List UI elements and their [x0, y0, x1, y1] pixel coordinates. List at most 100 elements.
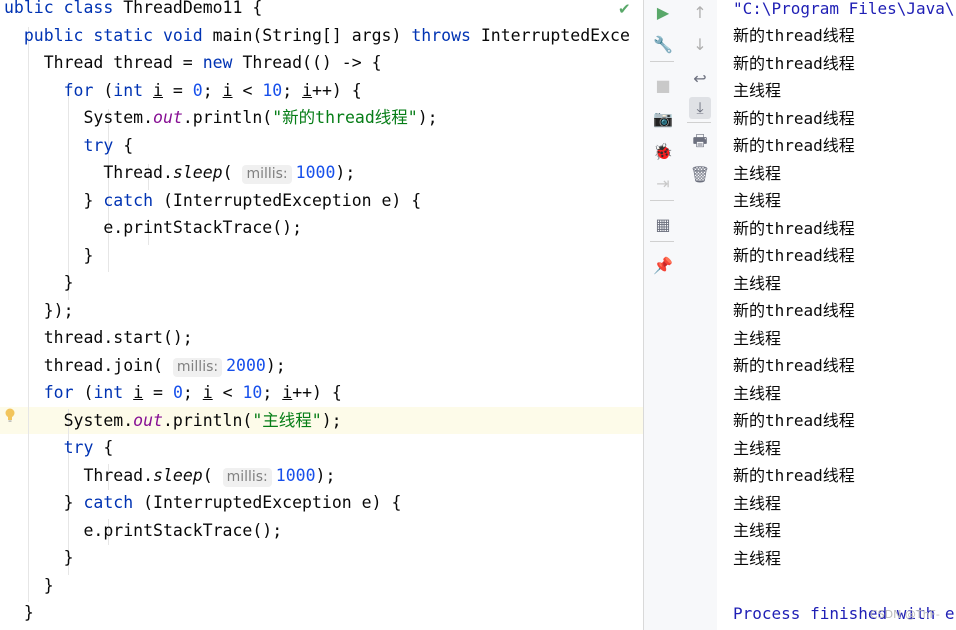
code-token: < — [212, 383, 243, 402]
code-line[interactable]: } — [4, 269, 74, 296]
code-token: 10 — [262, 80, 283, 100]
code-token: i — [202, 383, 213, 402]
console-output-line: 新的thread线程 — [733, 466, 855, 485]
code-line[interactable]: } — [4, 599, 34, 626]
code-token: 10 — [242, 383, 263, 402]
console-output-line: 新的thread线程 — [733, 411, 855, 430]
console-output-line: 主线程 — [733, 191, 782, 210]
down-arrow-icon[interactable]: ↓ — [689, 33, 711, 55]
code-token: sleep — [153, 465, 203, 485]
code-token: 1000 — [275, 465, 316, 485]
code-line[interactable]: thread.start(); — [4, 324, 193, 351]
pin-icon[interactable]: 📌 — [652, 254, 674, 276]
code-token: 0 — [172, 383, 183, 402]
code-line[interactable]: } — [4, 544, 74, 571]
camera-icon[interactable]: 📷 — [652, 107, 674, 129]
code-token: { — [123, 135, 134, 155]
code-line[interactable]: Thread.sleep( millis: 1000); — [4, 462, 335, 489]
code-line[interactable]: System.out.println("新的thread线程"); — [4, 104, 437, 131]
console-command: "C:\Program Files\Java\ — [733, 0, 955, 18]
code-token: 2000 — [226, 355, 266, 375]
code-line[interactable]: ublic class ThreadDemo11 { — [4, 0, 262, 21]
code-line[interactable]: } — [4, 572, 54, 599]
code-token: try — [83, 135, 124, 155]
code-token: (InterruptedException e) { — [143, 493, 402, 512]
code-editor[interactable]: ublic class ThreadDemo11 { public static… — [0, 0, 643, 630]
code-line[interactable]: try { — [4, 132, 133, 159]
run-icon[interactable]: ▶ — [652, 1, 674, 23]
code-token: (InterruptedException e) { — [162, 190, 422, 210]
code-token: try — [63, 438, 104, 457]
console-output-line: 主线程 — [733, 493, 782, 513]
code-token: ( — [222, 163, 243, 182]
wrench-icon[interactable]: 🔧 — [652, 33, 674, 55]
print-icon[interactable]: 🖶 — [689, 131, 711, 154]
soft-wrap-icon[interactable]: ↩ — [689, 67, 711, 89]
code-line[interactable]: for (int i = 0; i < 10; i++) { — [4, 379, 342, 406]
run-console[interactable]: "C:\Program Files\Java\ 新的thread线程 新的thre… — [717, 0, 956, 630]
code-line[interactable]: } catch (InterruptedException e) { — [4, 489, 402, 516]
code-token: } — [4, 273, 74, 292]
up-arrow-icon[interactable]: ↑ — [689, 1, 711, 23]
code-token: } — [4, 575, 54, 595]
code-token: ; — [202, 80, 223, 100]
code-line[interactable]: Thread thread = new Thread(() -> { — [4, 49, 382, 76]
code-token: System. — [4, 108, 154, 127]
code-line[interactable]: } catch (InterruptedException e) { — [4, 187, 421, 214]
code-token: = — [143, 383, 173, 402]
code-line[interactable]: for (int i = 0; i < 10; i++) { — [4, 77, 362, 104]
run-toolbar: ▶ 🔧 ■ 📷 🐞 ⇥ ▦ 📌 — [643, 0, 682, 630]
console-output-line: 新的thread线程 — [733, 26, 855, 45]
scroll-to-end-icon[interactable]: ⤓ — [689, 97, 711, 119]
code-token: i — [133, 383, 144, 402]
code-token: new — [202, 53, 243, 72]
code-line[interactable]: try { — [4, 434, 114, 461]
console-output-line: 主线程 — [733, 328, 782, 348]
code-token: Thread. — [4, 465, 154, 485]
lightbulb-icon[interactable] — [4, 408, 16, 422]
code-token: } — [4, 190, 104, 210]
code-token: ; — [182, 383, 203, 402]
code-token: } — [4, 603, 34, 622]
code-line[interactable]: thread.join( millis: 2000); — [4, 352, 286, 379]
code-token: e.printStackTrace(); — [4, 520, 283, 540]
code-token: out — [133, 410, 163, 430]
code-token: System. — [4, 410, 134, 430]
code-token: class — [63, 0, 124, 17]
code-line[interactable]: public static void main(String[] args) t… — [4, 22, 630, 49]
code-line[interactable]: Thread.sleep( millis: 1000); — [4, 159, 355, 186]
code-token: throws — [411, 25, 481, 45]
parameter-hint: millis: — [242, 165, 292, 184]
code-line[interactable]: }); — [4, 297, 74, 324]
console-output-line: 主线程 — [733, 273, 782, 293]
exit-icon[interactable]: ⇥ — [652, 172, 674, 194]
trash-icon[interactable]: 🗑 — [689, 163, 711, 185]
code-line[interactable]: e.printStackTrace(); — [4, 517, 282, 544]
code-token: { — [103, 438, 114, 457]
code-token: Thread(() -> { — [242, 53, 382, 72]
code-token: .println( — [182, 108, 273, 127]
code-token: thread.join( — [4, 355, 173, 375]
console-output-line: 主线程 — [733, 163, 782, 183]
debug-icon[interactable]: 🐞 — [652, 140, 674, 162]
check-icon: ✔ — [618, 0, 631, 18]
code-token: } — [4, 245, 94, 265]
code-token: for — [43, 383, 84, 402]
code-line[interactable]: e.printStackTrace(); — [4, 214, 302, 241]
code-token: sleep — [172, 163, 223, 182]
stop-icon[interactable]: ■ — [652, 74, 674, 96]
code-token: catch — [83, 493, 144, 512]
toolbar-separator — [650, 241, 674, 242]
code-token: } — [4, 548, 74, 567]
code-token: ublic — [4, 0, 64, 17]
code-line[interactable]: } — [4, 242, 93, 269]
code-token: int — [113, 80, 154, 100]
code-token: ThreadDemo11 { — [123, 0, 263, 17]
code-line[interactable]: System.out.println("主线程"); — [4, 407, 342, 434]
code-token: = — [162, 80, 193, 100]
code-token: ); — [335, 163, 356, 182]
layout-icon[interactable]: ▦ — [652, 213, 674, 235]
